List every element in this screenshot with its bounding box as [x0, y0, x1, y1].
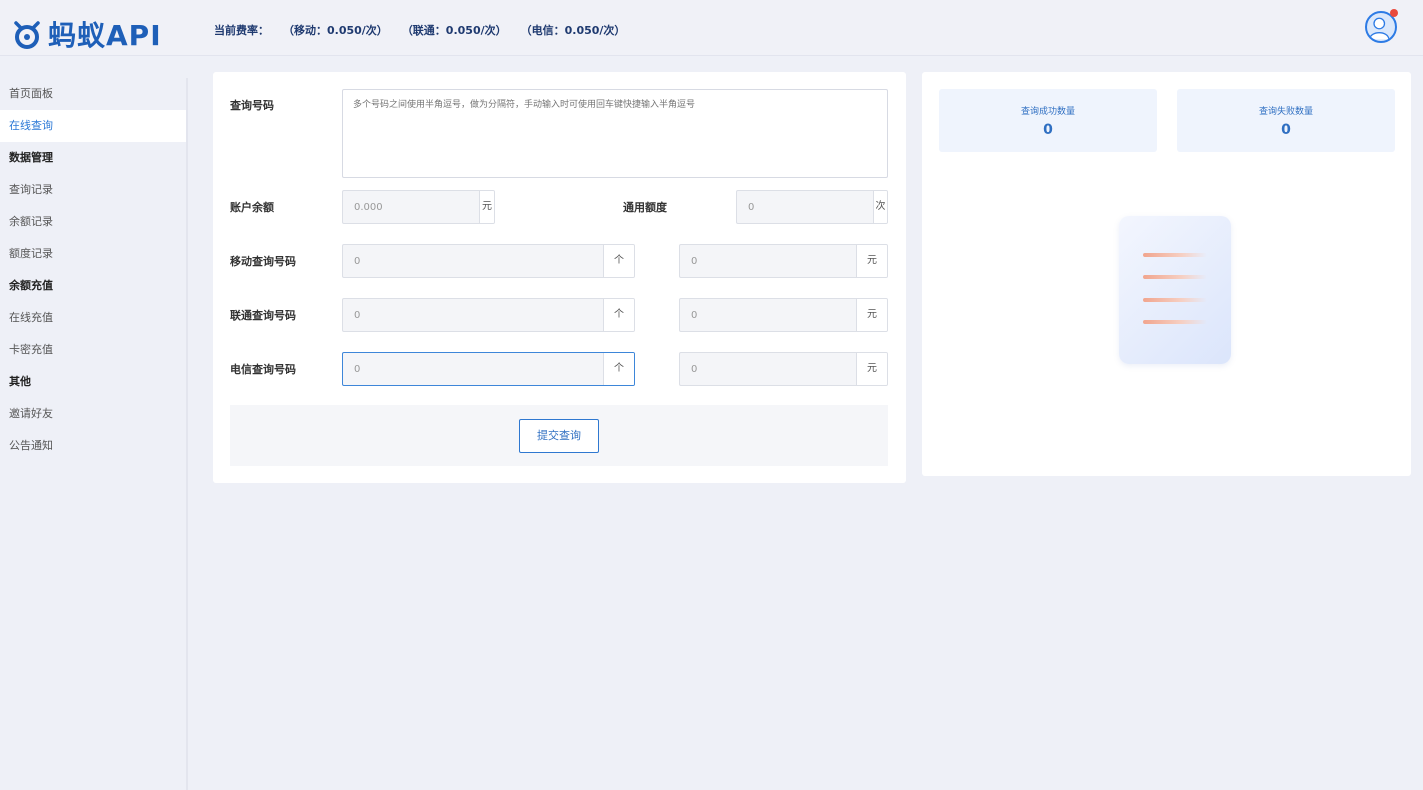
sidebar-group-other: 其他: [9, 375, 31, 388]
rate-mobile: （移动：0.050/次）: [283, 24, 388, 37]
mobile-count-field: 个: [342, 244, 635, 278]
fail-count-value: 0: [1281, 122, 1291, 138]
doc-line: [1143, 275, 1207, 279]
balance-input[interactable]: [343, 191, 479, 223]
logo-text: 蚂蚁API: [48, 19, 162, 52]
balance-field: 元: [342, 190, 495, 224]
fail-count-label: 查询失败数量: [1258, 107, 1313, 117]
mobile-cost-field: 元: [679, 244, 888, 278]
rate-unicom: （联通：0.050/次）: [401, 24, 507, 37]
doc-line: [1143, 320, 1207, 324]
quota-label: 通用额度: [623, 201, 667, 214]
telecom-count-field: 个: [342, 352, 635, 386]
telecom-cost-unit: 元: [856, 353, 887, 385]
sidebar-item-card-recharge[interactable]: 卡密充值: [0, 334, 186, 366]
success-count-value: 0: [1043, 122, 1053, 138]
sidebar-item-home[interactable]: 首页面板: [0, 78, 186, 110]
submit-query-button[interactable]: 提交查询: [519, 419, 599, 453]
telecom-count-unit: 个: [603, 353, 634, 385]
query-numbers-input[interactable]: [342, 89, 888, 178]
unicom-cost-unit: 元: [856, 299, 887, 331]
mobile-cost-input[interactable]: [680, 245, 856, 277]
query-numbers-label: 查询号码: [230, 99, 274, 112]
notification-dot: [1390, 9, 1398, 17]
balance-label: 账户余额: [230, 201, 274, 214]
balance-unit: 元: [479, 191, 494, 223]
mobile-label: 移动查询号码: [230, 255, 296, 268]
success-count-label: 查询成功数量: [1020, 107, 1075, 117]
unicom-cost-field: 元: [679, 298, 888, 332]
sidebar-item-balance-records[interactable]: 余额记录: [0, 206, 186, 238]
sidebar-item-quota-records[interactable]: 额度记录: [0, 238, 186, 270]
mobile-count-input[interactable]: [343, 245, 603, 277]
sidebar-item-invite[interactable]: 邀请好友: [0, 398, 186, 430]
rate-bar: 当前费率： （移动：0.050/次） （联通：0.050/次） （电信：0.05…: [214, 22, 625, 38]
mobile-cost-unit: 元: [856, 245, 887, 277]
submit-area: 提交查询: [230, 405, 888, 466]
success-count-card: 查询成功数量 0: [939, 89, 1157, 152]
fail-count-card: 查询失败数量 0: [1177, 89, 1395, 152]
doc-line: [1143, 253, 1207, 257]
sidebar-item-query-records[interactable]: 查询记录: [0, 174, 186, 206]
rate-label: 当前费率：: [214, 24, 269, 37]
unicom-count-input[interactable]: [343, 299, 603, 331]
unicom-label: 联通查询号码: [230, 309, 296, 322]
sidebar-item-notices[interactable]: 公告通知: [0, 430, 186, 462]
stats-panel: 查询成功数量 0 查询失败数量 0: [922, 72, 1411, 476]
top-header: 蚂蚁API 当前费率： （移动：0.050/次） （联通：0.050/次） （电…: [0, 0, 1423, 56]
sidebar-item-online-recharge[interactable]: 在线充值: [0, 302, 186, 334]
sidebar: 首页面板 在线查询 数据管理 查询记录 余额记录 额度记录 余额充值 在线充值 …: [0, 78, 188, 790]
telecom-cost-input[interactable]: [680, 353, 856, 385]
mobile-count-unit: 个: [603, 245, 634, 277]
quota-unit: 次: [873, 191, 887, 223]
sidebar-group-recharge: 余额充值: [9, 279, 53, 292]
ant-logo-icon: [14, 21, 40, 49]
telecom-label: 电信查询号码: [230, 363, 296, 376]
sidebar-group-data: 数据管理: [9, 151, 53, 164]
app-logo[interactable]: 蚂蚁API: [10, 16, 162, 52]
sidebar-item-online-query[interactable]: 在线查询: [0, 110, 186, 142]
unicom-cost-input[interactable]: [680, 299, 856, 331]
quota-input[interactable]: [737, 191, 873, 223]
quota-field: 次: [736, 190, 888, 224]
telecom-cost-field: 元: [679, 352, 888, 386]
rate-telecom: （电信：0.050/次）: [520, 24, 626, 37]
query-form-panel: 查询号码 账户余额 元 通用额度 次 移动查询号码 个 元 联通查询号码 个 元…: [213, 72, 906, 483]
document-list-icon: [1119, 216, 1231, 364]
unicom-count-field: 个: [342, 298, 635, 332]
doc-line: [1143, 298, 1207, 302]
unicom-count-unit: 个: [603, 299, 634, 331]
telecom-count-input[interactable]: [343, 353, 603, 385]
